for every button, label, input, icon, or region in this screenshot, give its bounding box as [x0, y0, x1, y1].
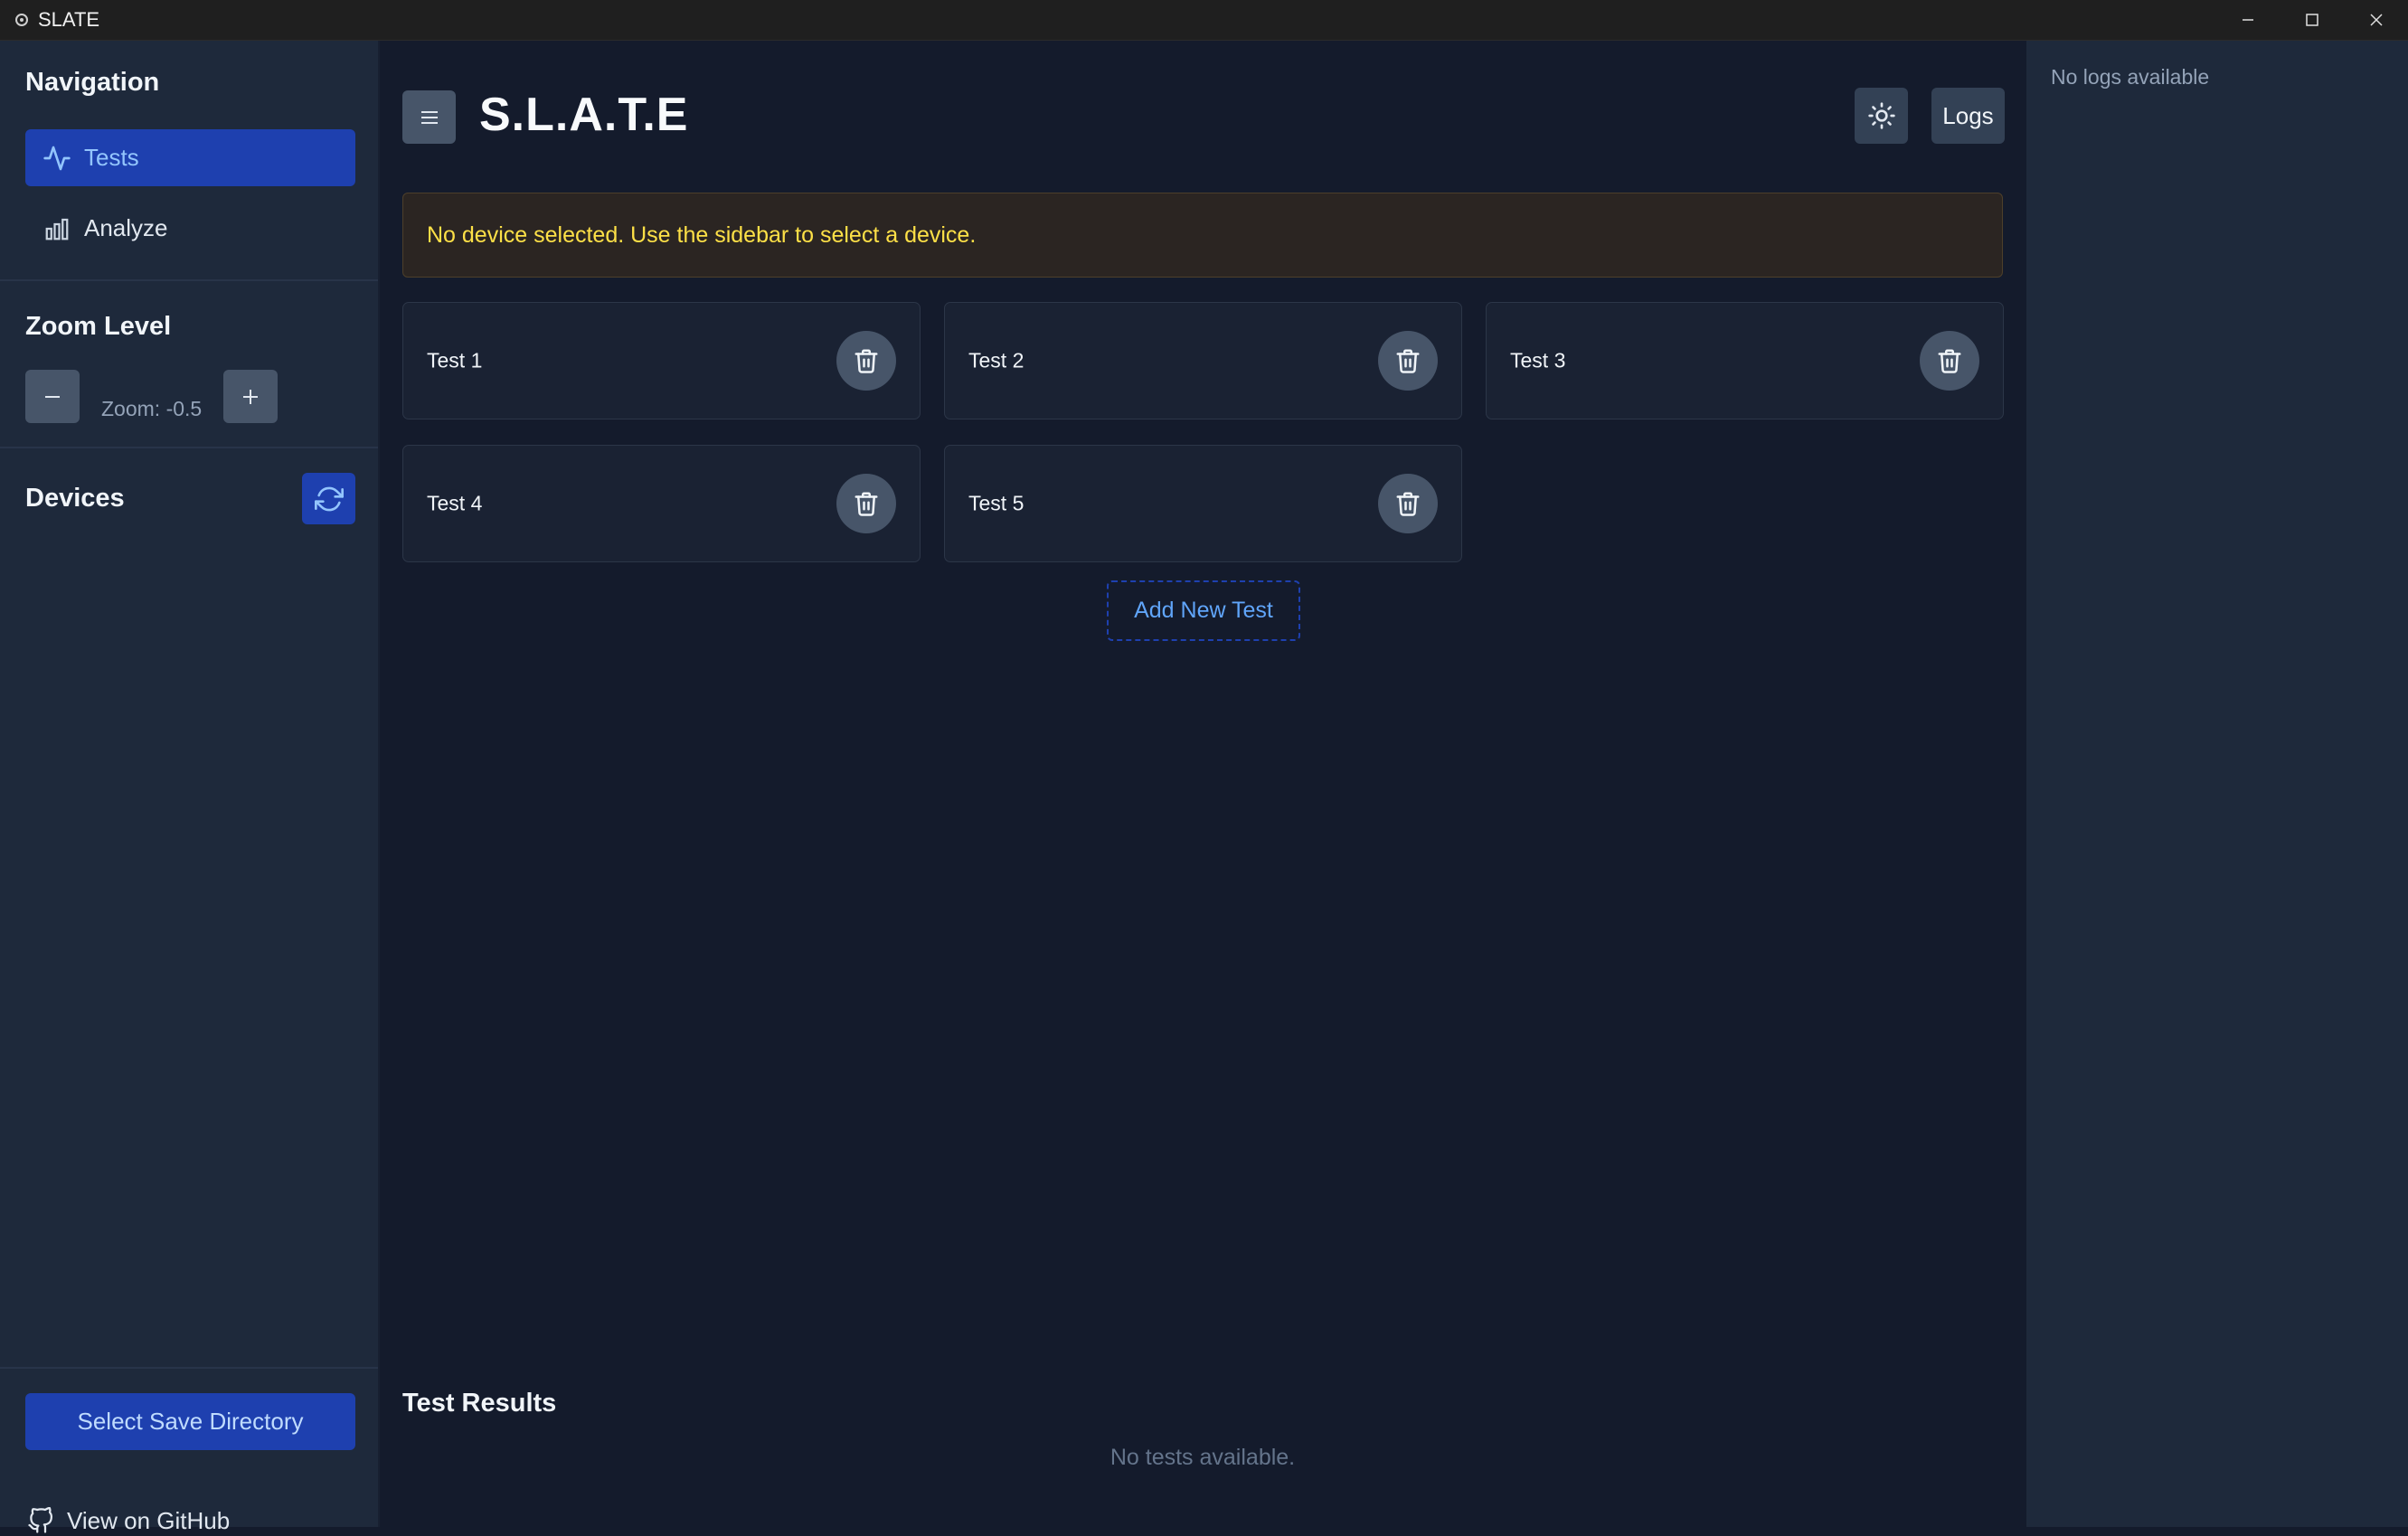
test-name: Test 1	[427, 348, 483, 372]
add-new-test-button[interactable]: Add New Test	[1107, 580, 1300, 641]
sidebar-item-label: Analyze	[84, 214, 168, 241]
github-link-label: View on GitHub	[67, 1506, 231, 1534]
menu-toggle-button[interactable]	[402, 90, 456, 144]
navigation-title: Navigation	[25, 68, 160, 97]
test-name: Test 4	[427, 491, 483, 515]
zoom-out-button[interactable]	[25, 370, 80, 423]
view-on-github-link[interactable]: View on GitHub	[25, 1505, 230, 1536]
test-card[interactable]: Test 1	[402, 302, 921, 419]
test-card[interactable]: Test 5	[944, 445, 1462, 562]
test-name: Test 5	[968, 491, 1025, 515]
sidebar-item-label: Tests	[84, 144, 139, 171]
devices-title: Devices	[25, 484, 125, 513]
logs-panel: No logs available	[2026, 41, 2408, 1527]
delete-test-button[interactable]	[1378, 474, 1438, 533]
close-window-button[interactable]	[2344, 0, 2408, 40]
zoom-value: Zoom: -0.5	[101, 397, 203, 420]
trash-icon	[855, 349, 878, 373]
maximize-button[interactable]	[2280, 0, 2344, 40]
sun-icon	[1867, 102, 1895, 129]
select-save-directory-button[interactable]: Select Save Directory	[25, 1393, 355, 1450]
trash-icon	[1396, 492, 1420, 516]
sidebar-divider	[0, 279, 378, 281]
bar-chart-icon	[41, 212, 73, 245]
test-card[interactable]: Test 3	[1486, 302, 2004, 419]
test-card[interactable]: Test 2	[944, 302, 1462, 419]
test-results-empty-text: No tests available.	[1110, 1445, 1296, 1470]
trash-icon	[855, 492, 878, 516]
window-titlebar: SLATE	[0, 0, 2408, 41]
page-title: S.L.A.T.E	[479, 89, 689, 141]
delete-test-button[interactable]	[836, 331, 896, 391]
sidebar-divider	[0, 447, 378, 448]
trash-icon	[1396, 349, 1420, 373]
test-name: Test 3	[1510, 348, 1566, 372]
delete-test-button[interactable]	[1378, 331, 1438, 391]
sidebar-item-tests[interactable]: Tests	[25, 129, 355, 186]
trash-icon	[1938, 349, 1961, 373]
sidebar-divider	[0, 1367, 378, 1369]
refresh-devices-button[interactable]	[302, 473, 355, 524]
window-title: SLATE	[38, 8, 100, 31]
theme-toggle-button[interactable]	[1855, 88, 1908, 144]
test-name: Test 2	[968, 348, 1025, 372]
delete-test-button[interactable]	[836, 474, 896, 533]
zoom-level-title: Zoom Level	[25, 312, 172, 341]
sidebar-item-analyze[interactable]: Analyze	[25, 200, 355, 257]
test-card[interactable]: Test 4	[402, 445, 921, 562]
zoom-in-button[interactable]	[223, 370, 278, 423]
logs-empty-text: No logs available	[2051, 65, 2210, 89]
sidebar: Navigation Tests Analyze Zoom Level Zoom…	[0, 41, 380, 1534]
activity-icon	[41, 142, 73, 174]
main-content: S.L.A.T.E Logs No device selected. Use t…	[380, 41, 2026, 1527]
test-results-title: Test Results	[402, 1389, 557, 1418]
github-icon	[25, 1505, 56, 1536]
app-logo-icon	[13, 11, 31, 29]
hamburger-icon	[420, 110, 438, 124]
no-device-alert: No device selected. Use the sidebar to s…	[402, 193, 2003, 278]
minimize-button[interactable]	[2215, 0, 2280, 40]
logs-button[interactable]: Logs	[1931, 88, 2005, 144]
refresh-icon	[314, 486, 344, 511]
delete-test-button[interactable]	[1920, 331, 1979, 391]
